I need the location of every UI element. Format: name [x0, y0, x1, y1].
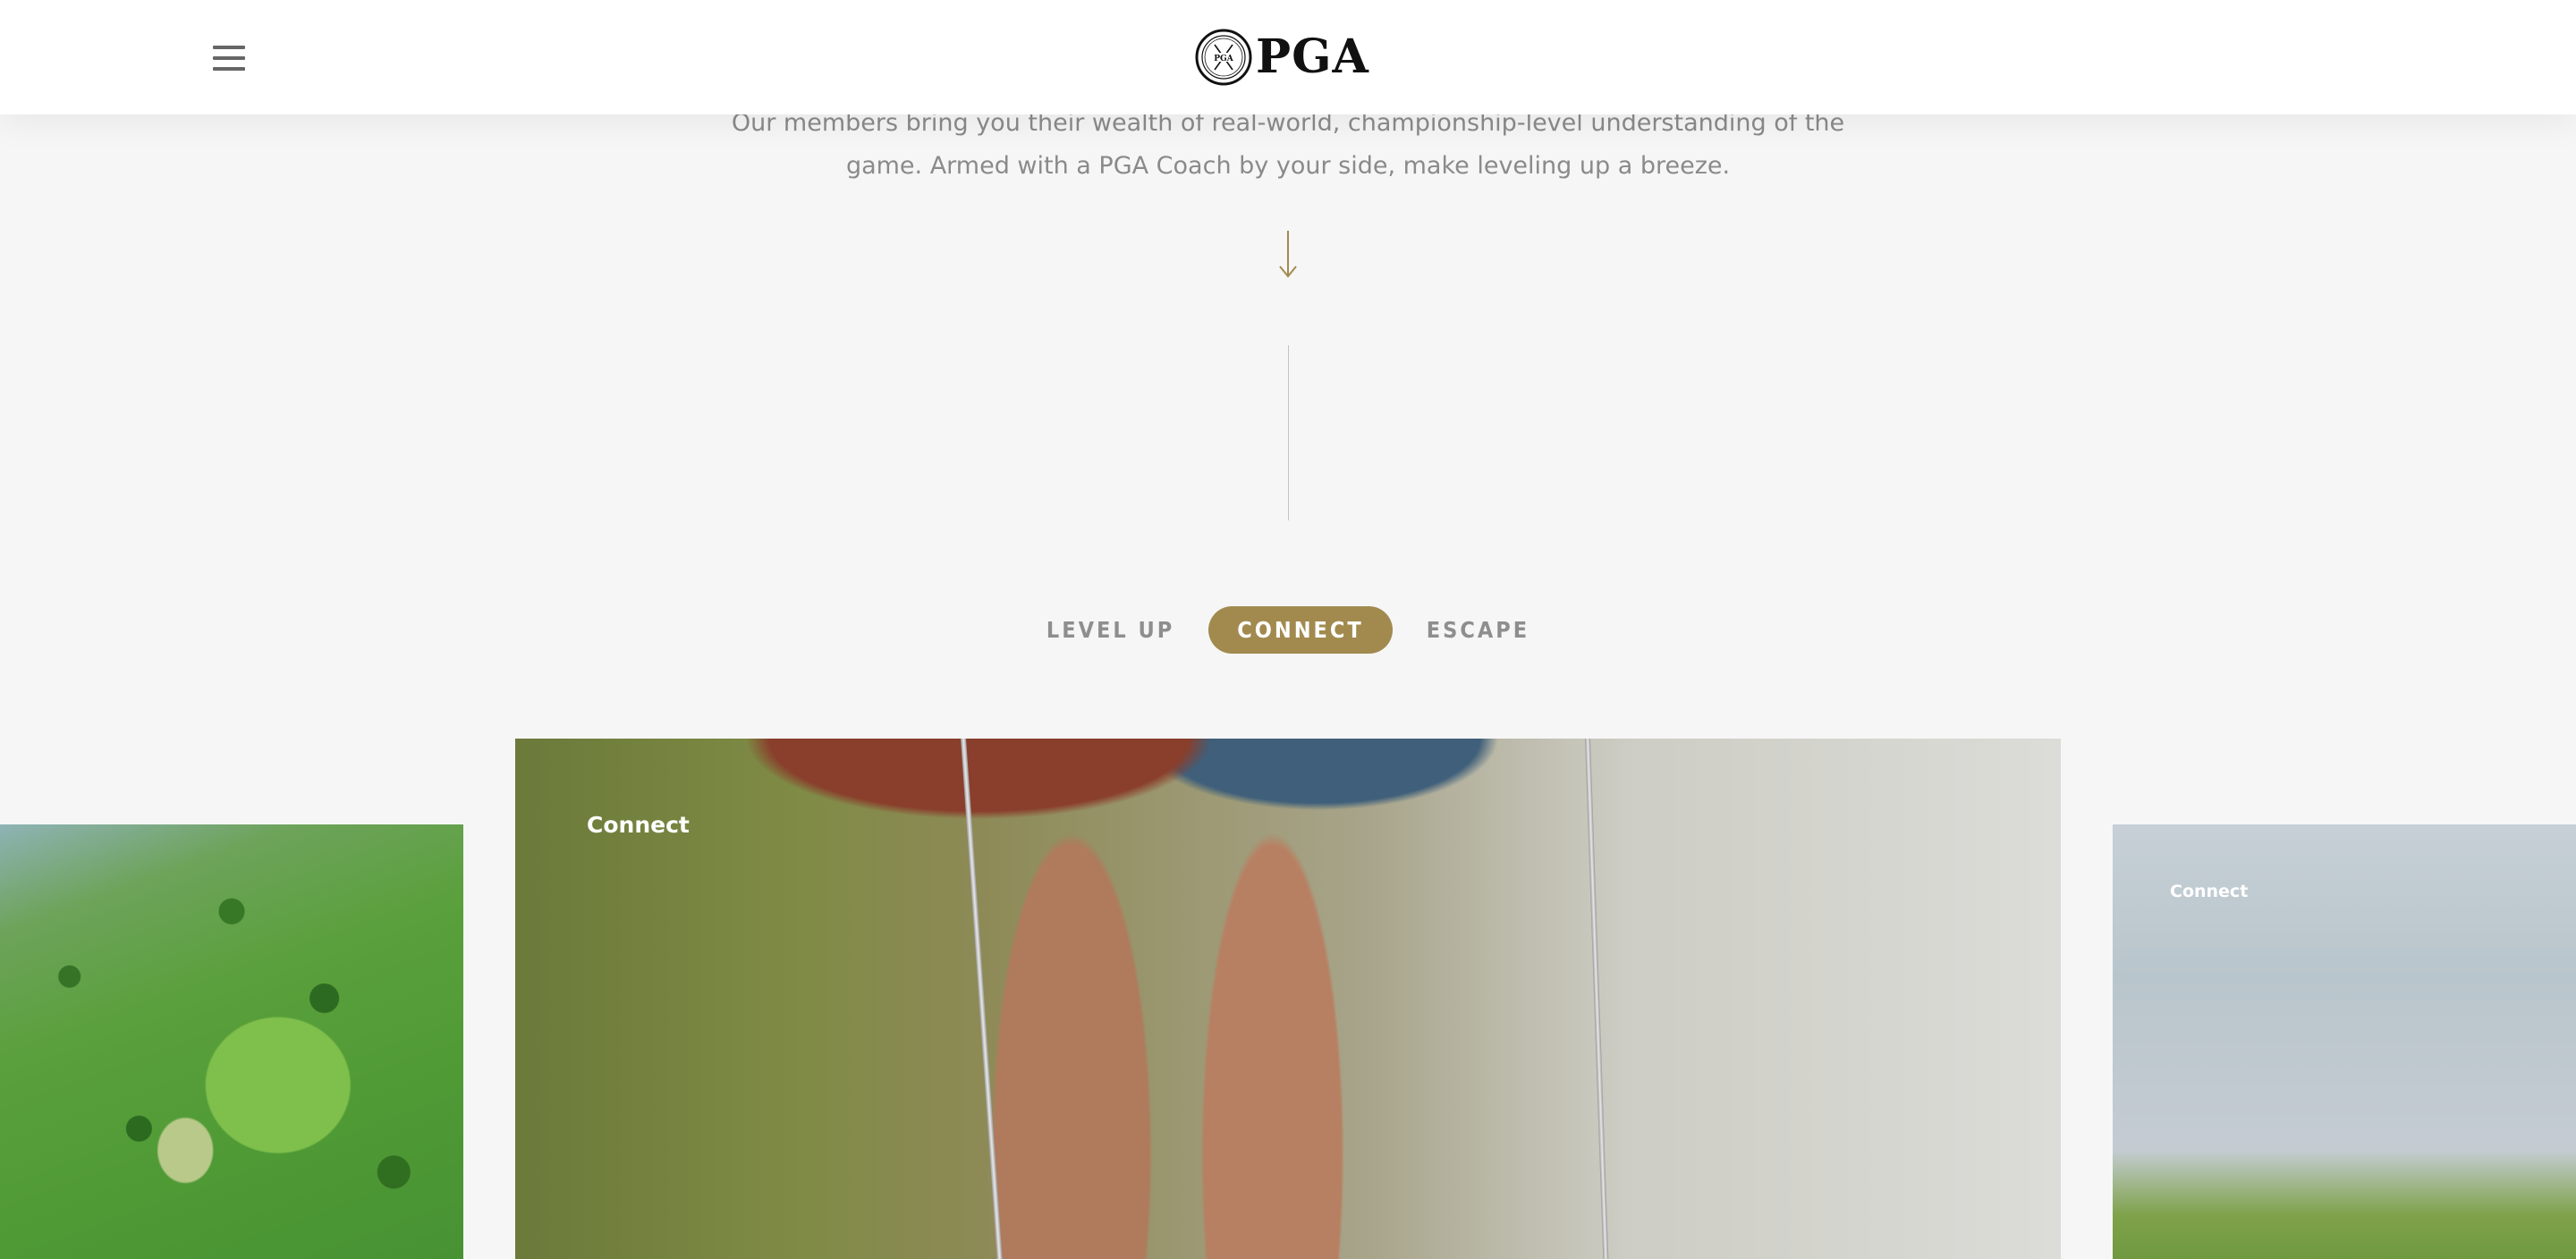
card-label[interactable]: Connect [2170, 882, 2248, 901]
card-label[interactable]: Connect [587, 812, 690, 838]
pga-logo[interactable]: PGA PGA [1195, 27, 1369, 88]
tab-escape[interactable]: ESCAPE [1398, 606, 1558, 654]
vertical-divider [1288, 345, 1289, 520]
golf-club-shaft [961, 739, 1004, 1259]
intro-line-2: game. Armed with a PGA Coach by your sid… [845, 152, 1731, 180]
menu-bar [213, 67, 245, 71]
intro-text: Our members bring you their wealth of re… [662, 102, 1914, 188]
golf-club-shaft [1585, 739, 1609, 1259]
site-header: PGA PGA [0, 0, 2576, 114]
pga-seal-icon: PGA [1195, 29, 1252, 86]
arrow-down-icon[interactable] [1274, 229, 1302, 279]
hamburger-menu-icon[interactable] [206, 40, 252, 76]
svg-text:PGA: PGA [1214, 55, 1233, 63]
tab-connect[interactable]: CONNECT [1208, 606, 1393, 654]
carousel-card-water[interactable]: Connect [2113, 824, 2576, 1259]
tab-level-up[interactable]: LEVEL UP [1018, 606, 1203, 654]
carousel-card-aerial-course[interactable] [0, 824, 463, 1259]
menu-bar [213, 56, 245, 60]
category-tabs: LEVEL UP CONNECT ESCAPE [0, 606, 2576, 654]
logo-wordmark: PGA [1256, 30, 1369, 84]
menu-bar [213, 46, 245, 49]
carousel-card-connect[interactable]: Connect [515, 739, 2061, 1259]
